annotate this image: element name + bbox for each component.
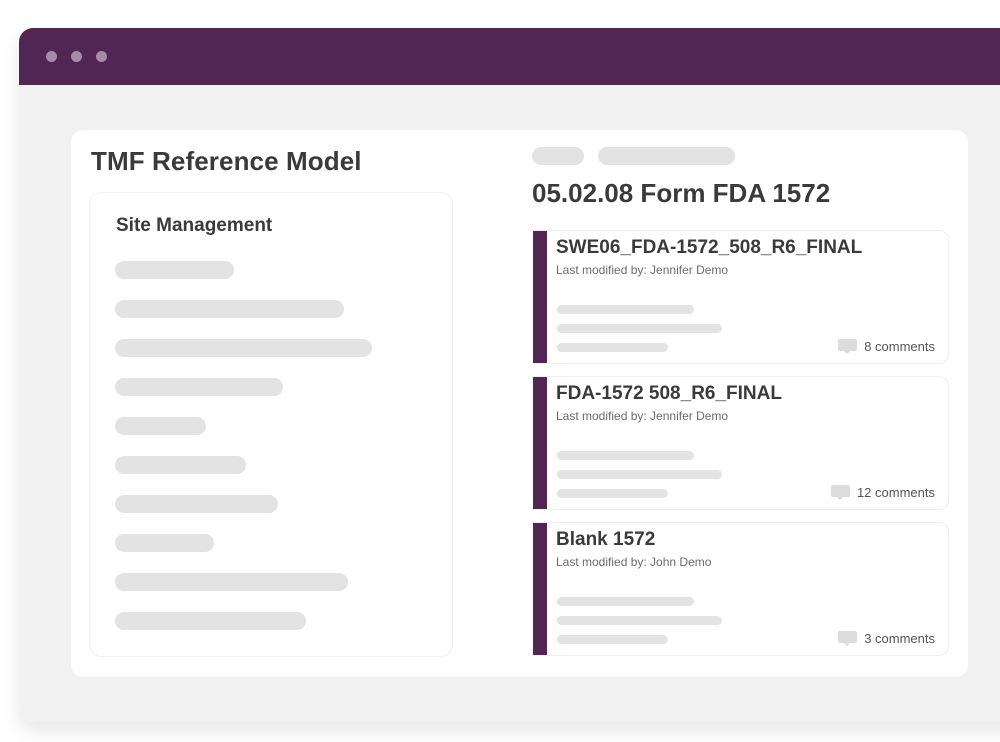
breadcrumb-placeholder[interactable] — [532, 147, 584, 165]
model-title: TMF Reference Model — [91, 146, 362, 176]
document-modified-by: Last modified by: John Demo — [556, 555, 712, 569]
comments-count: 8 comments — [864, 339, 935, 354]
app-window: TMF Reference Model Site Management 05.0… — [19, 28, 1000, 722]
window-titlebar — [19, 28, 1000, 85]
document-name[interactable]: SWE06_FDA-1572_508_R6_FINAL — [556, 237, 862, 259]
placeholder-list-item[interactable] — [115, 300, 344, 318]
comments-link[interactable]: 3 comments — [838, 631, 935, 646]
document-name[interactable]: Blank 1572 — [556, 529, 655, 551]
window-minimize-dot[interactable] — [71, 51, 82, 62]
document-modified-by: Last modified by: Jennifer Demo — [556, 409, 729, 423]
section-title: Site Management — [116, 215, 273, 236]
comments-count: 12 comments — [856, 485, 935, 500]
placeholder-list-item[interactable] — [115, 378, 283, 396]
window-close-dot[interactable] — [46, 51, 57, 62]
window-maximize-dot[interactable] — [96, 51, 107, 62]
document-name[interactable]: FDA-1572 508_R6_FINAL — [556, 383, 782, 405]
comment-icon — [838, 339, 858, 354]
placeholder-list-item[interactable] — [115, 612, 306, 630]
comment-icon — [830, 485, 850, 500]
placeholder-list-item[interactable] — [115, 417, 206, 435]
placeholder-list-item[interactable] — [115, 495, 278, 513]
document-accent-bar — [533, 523, 547, 655]
placeholder-line — [557, 470, 722, 479]
document-card[interactable]: SWE06_FDA-1572_508_R6_FINAL Last modifie… — [533, 230, 949, 364]
comment-icon — [838, 631, 858, 646]
document-card[interactable]: Blank 1572 Last modified by: John Demo 3… — [533, 522, 949, 656]
site-management-panel: Site Management — [89, 192, 453, 657]
placeholder-line — [557, 451, 694, 460]
placeholder-line — [557, 597, 694, 606]
placeholder-list-item[interactable] — [115, 456, 246, 474]
placeholder-line — [557, 305, 694, 314]
placeholder-list-item[interactable] — [115, 339, 372, 357]
document-card[interactable]: FDA-1572 508_R6_FINAL Last modified by: … — [533, 376, 949, 510]
comments-link[interactable]: 8 comments — [838, 339, 935, 354]
document-accent-bar — [533, 377, 547, 509]
placeholder-line — [557, 616, 722, 625]
placeholder-list-item[interactable] — [115, 573, 348, 591]
placeholder-line — [557, 343, 668, 352]
placeholder-list-item[interactable] — [115, 534, 214, 552]
document-accent-bar — [533, 231, 547, 363]
document-modified-by: Last modified by: Jennifer Demo — [556, 263, 729, 277]
comments-count: 3 comments — [864, 631, 935, 646]
document-group-title: 05.02.08 Form FDA 1572 — [532, 178, 831, 208]
placeholder-line — [557, 324, 722, 333]
comments-link[interactable]: 12 comments — [830, 485, 935, 500]
breadcrumb-placeholder[interactable] — [598, 147, 735, 165]
placeholder-line — [557, 489, 668, 498]
placeholder-line — [557, 635, 668, 644]
main-card: TMF Reference Model Site Management 05.0… — [71, 130, 968, 677]
placeholder-list-item[interactable] — [115, 261, 234, 279]
